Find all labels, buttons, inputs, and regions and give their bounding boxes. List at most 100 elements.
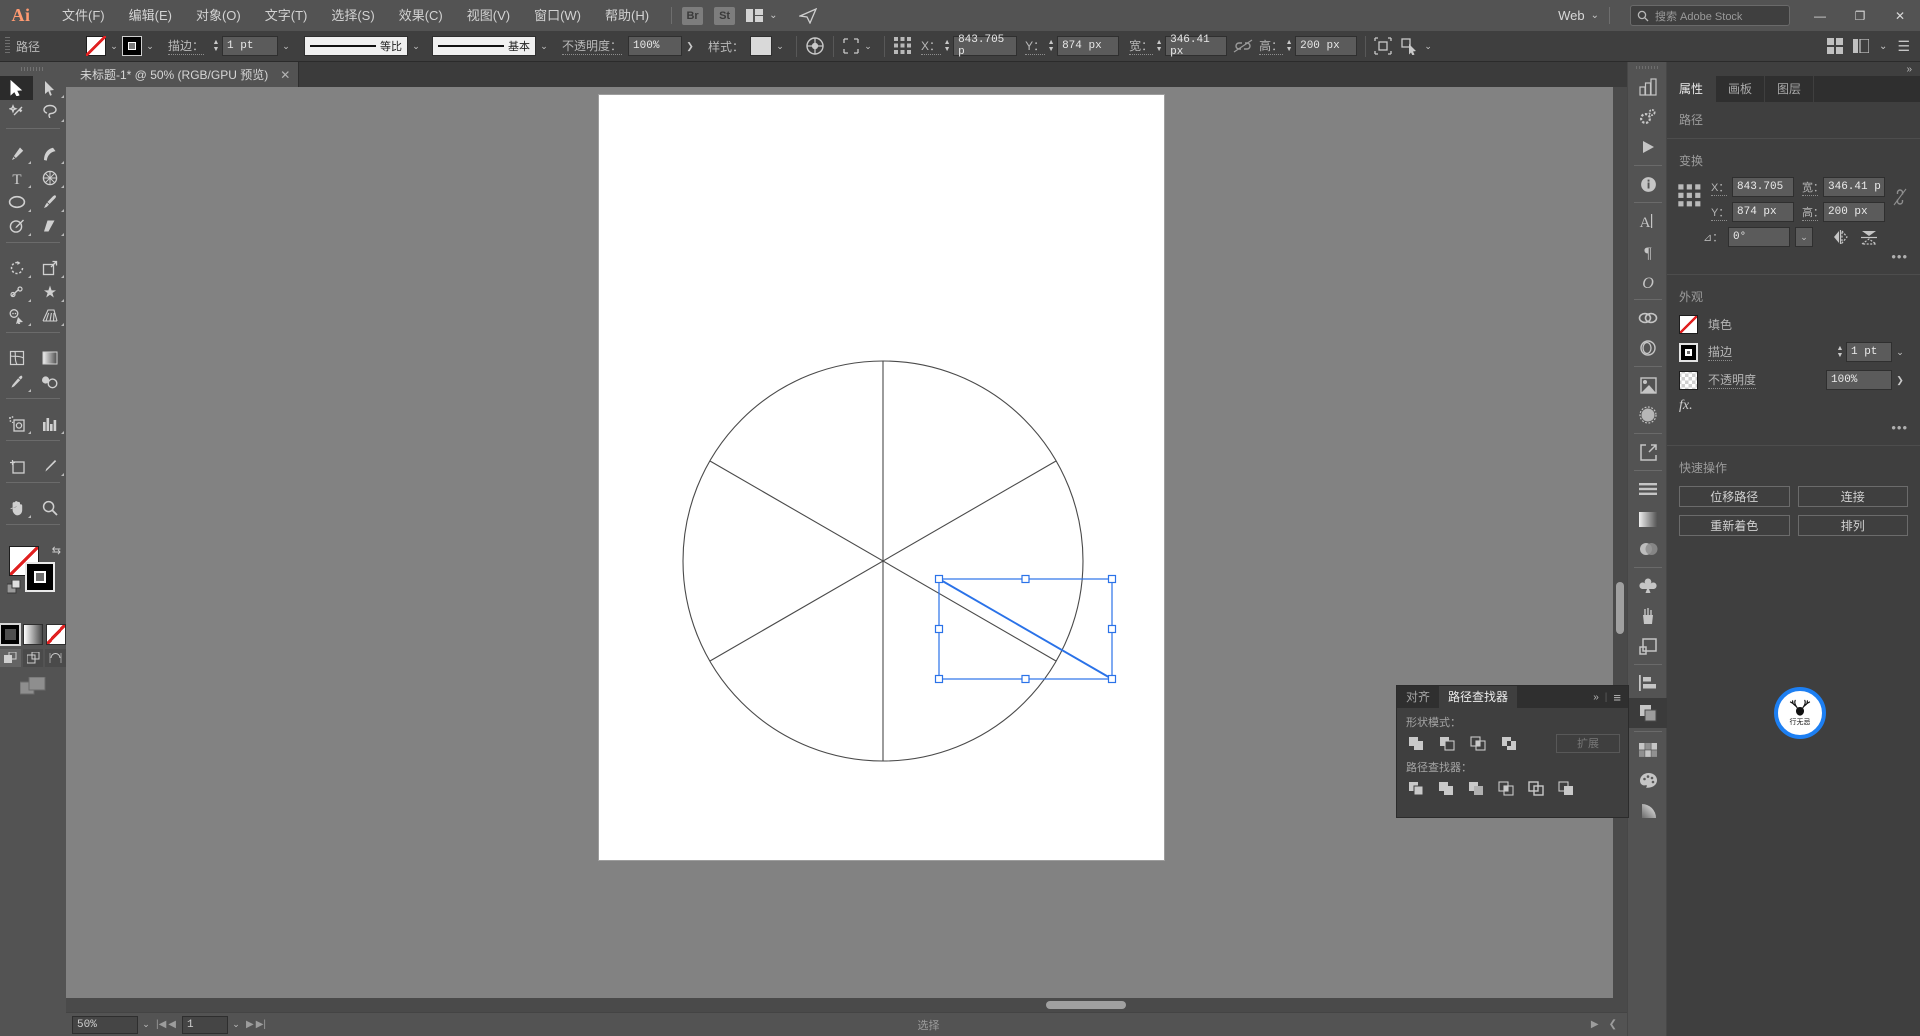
selection-tool[interactable]: [0, 76, 33, 100]
send-paper-plane-icon[interactable]: [799, 7, 818, 24]
blend-tool[interactable]: [33, 370, 66, 394]
symbols-icon[interactable]: [1628, 370, 1668, 400]
gradient-tool[interactable]: [33, 346, 66, 370]
link-broken-icon[interactable]: [1233, 39, 1253, 53]
arrange-documents-button[interactable]: ⌄: [746, 9, 777, 22]
reference-point-icon[interactable]: [1677, 183, 1703, 209]
y-stepper[interactable]: ▲ ▼: [1045, 36, 1057, 56]
direct-selection-tool[interactable]: [33, 76, 66, 100]
align-icon[interactable]: [1628, 668, 1668, 698]
type-tool[interactable]: T: [0, 166, 33, 190]
libraries-icon[interactable]: [1628, 72, 1668, 102]
lasso-tool[interactable]: [33, 100, 66, 124]
properties-gear-icon[interactable]: [1628, 102, 1668, 132]
stroke-weight-stepper[interactable]: ▲ ▼: [210, 36, 222, 56]
color-mode-button[interactable]: [0, 623, 21, 646]
style-dropdown-icon[interactable]: ⌄: [772, 36, 788, 56]
workspace-switcher-chevron-icon[interactable]: ⌄: [1879, 41, 1887, 52]
width-input[interactable]: 346.41 px: [1165, 34, 1228, 58]
prev-artboard-button[interactable]: ◀: [168, 1019, 176, 1030]
pathfinder-collapse-icon[interactable]: »: [1593, 692, 1599, 703]
transform-reference-point-icon[interactable]: [893, 36, 913, 56]
artboard-dropdown-icon[interactable]: ⌄: [228, 1016, 244, 1034]
stroke-weight-label[interactable]: 描边：: [168, 37, 205, 55]
bridge-icon[interactable]: Br: [682, 6, 704, 25]
angle-input[interactable]: 0°: [1728, 227, 1790, 247]
window-close-button[interactable]: ✕: [1880, 0, 1920, 31]
x-input[interactable]: 843.705: [1732, 177, 1794, 197]
offset-path-button[interactable]: 位移路径: [1679, 486, 1790, 507]
fx-button[interactable]: fx.: [1667, 394, 1920, 418]
glyphs-icon[interactable]: O: [1628, 266, 1668, 296]
gradient-icon[interactable]: [1628, 504, 1668, 534]
vertical-scroll-thumb[interactable]: [1616, 582, 1624, 634]
stroke-swatch-button[interactable]: [1679, 342, 1698, 362]
fill-swatch-button[interactable]: [1679, 315, 1698, 334]
draw-behind-button[interactable]: [22, 649, 44, 667]
asset-export-icon[interactable]: [1628, 437, 1668, 467]
y-input[interactable]: 874 px: [1057, 36, 1120, 56]
tool-options-dropdown-icon[interactable]: ⌄: [1420, 36, 1436, 56]
menu-view[interactable]: 视图(V): [455, 0, 522, 31]
workspace-switcher-icon[interactable]: [1853, 39, 1870, 53]
gradient-mode-button[interactable]: [23, 624, 43, 645]
x-stepper[interactable]: ▲ ▼: [941, 36, 953, 56]
graphic-style-swatch[interactable]: [750, 36, 773, 56]
transparency-icon[interactable]: [1628, 534, 1668, 564]
opacity-label[interactable]: 不透明度：: [562, 37, 623, 55]
pathfinder-menu-icon[interactable]: ≡: [1613, 690, 1621, 705]
draw-normal-button[interactable]: [0, 649, 21, 667]
menu-type[interactable]: 文字(T): [253, 0, 320, 31]
stroke-color-swatch[interactable]: [25, 562, 55, 592]
menu-effect[interactable]: 效果(C): [387, 0, 455, 31]
canvas-area[interactable]: [66, 87, 1627, 1012]
width-profile-dropdown-icon[interactable]: ⌄: [408, 36, 424, 56]
pathfinder-icon[interactable]: [1628, 698, 1668, 728]
opacity-flyout-icon[interactable]: ❯: [682, 36, 698, 56]
first-artboard-button[interactable]: |◀: [156, 1019, 166, 1030]
character-icon[interactable]: A: [1628, 206, 1668, 236]
swatches-club-icon[interactable]: [1628, 571, 1668, 601]
hand-tool[interactable]: [0, 496, 33, 520]
default-fill-stroke-icon[interactable]: [7, 580, 21, 594]
y-input[interactable]: 874 px: [1732, 202, 1794, 222]
pen-tool[interactable]: [0, 142, 33, 166]
brush-definition-dropdown-icon[interactable]: ⌄: [536, 36, 552, 56]
brush-pot-icon[interactable]: [1628, 601, 1668, 631]
height-stepper[interactable]: ▲ ▼: [1283, 36, 1295, 56]
status-resize-icon[interactable]: ❮: [1609, 1019, 1617, 1030]
stroke-weight-dropdown-icon[interactable]: ⌄: [1892, 342, 1908, 362]
menu-object[interactable]: 对象(O): [184, 0, 253, 31]
artboard-tool[interactable]: [0, 454, 33, 478]
panel-collapse-button[interactable]: »: [1667, 62, 1920, 76]
stock-icon[interactable]: St: [714, 6, 736, 25]
horizontal-scrollbar[interactable]: [66, 998, 1613, 1012]
window-restore-button[interactable]: ❐: [1840, 0, 1880, 31]
opacity-input[interactable]: 100%: [1826, 370, 1892, 390]
color-palette-icon[interactable]: [1628, 765, 1668, 795]
flip-horizontal-icon[interactable]: [1832, 229, 1849, 244]
stroke-swatch-button[interactable]: [122, 36, 142, 56]
trim-button[interactable]: [1435, 778, 1457, 798]
width-stepper[interactable]: ▲ ▼: [1153, 36, 1165, 56]
menu-window[interactable]: 窗口(W): [522, 0, 593, 31]
x-input[interactable]: 843.705 p: [953, 34, 1018, 58]
actions-play-icon[interactable]: [1628, 132, 1668, 162]
image-trace-icon[interactable]: [1628, 333, 1668, 363]
document-info-icon[interactable]: [1628, 169, 1668, 199]
ellipse-tool[interactable]: [0, 190, 33, 214]
recolor-button[interactable]: 重新着色: [1679, 515, 1790, 536]
expand-button[interactable]: 扩展: [1556, 733, 1620, 753]
tab-align[interactable]: 对齐: [1397, 686, 1439, 708]
mesh-tool[interactable]: [0, 346, 33, 370]
artboard-number-input[interactable]: 1: [182, 1015, 228, 1034]
perspective-grid-tool[interactable]: [33, 304, 66, 328]
column-graph-tool[interactable]: [33, 412, 66, 436]
height-input[interactable]: 200 px: [1823, 202, 1885, 222]
select-similar-dropdown-icon[interactable]: ⌄: [860, 36, 876, 56]
stroke-weight-input[interactable]: 1 pt: [222, 36, 279, 56]
zoom-dropdown-icon[interactable]: ⌄: [138, 1016, 154, 1034]
paintbrush-tool[interactable]: [33, 190, 66, 214]
link-broken-icon[interactable]: [1893, 187, 1907, 207]
paragraph-icon[interactable]: ¶: [1628, 236, 1668, 266]
